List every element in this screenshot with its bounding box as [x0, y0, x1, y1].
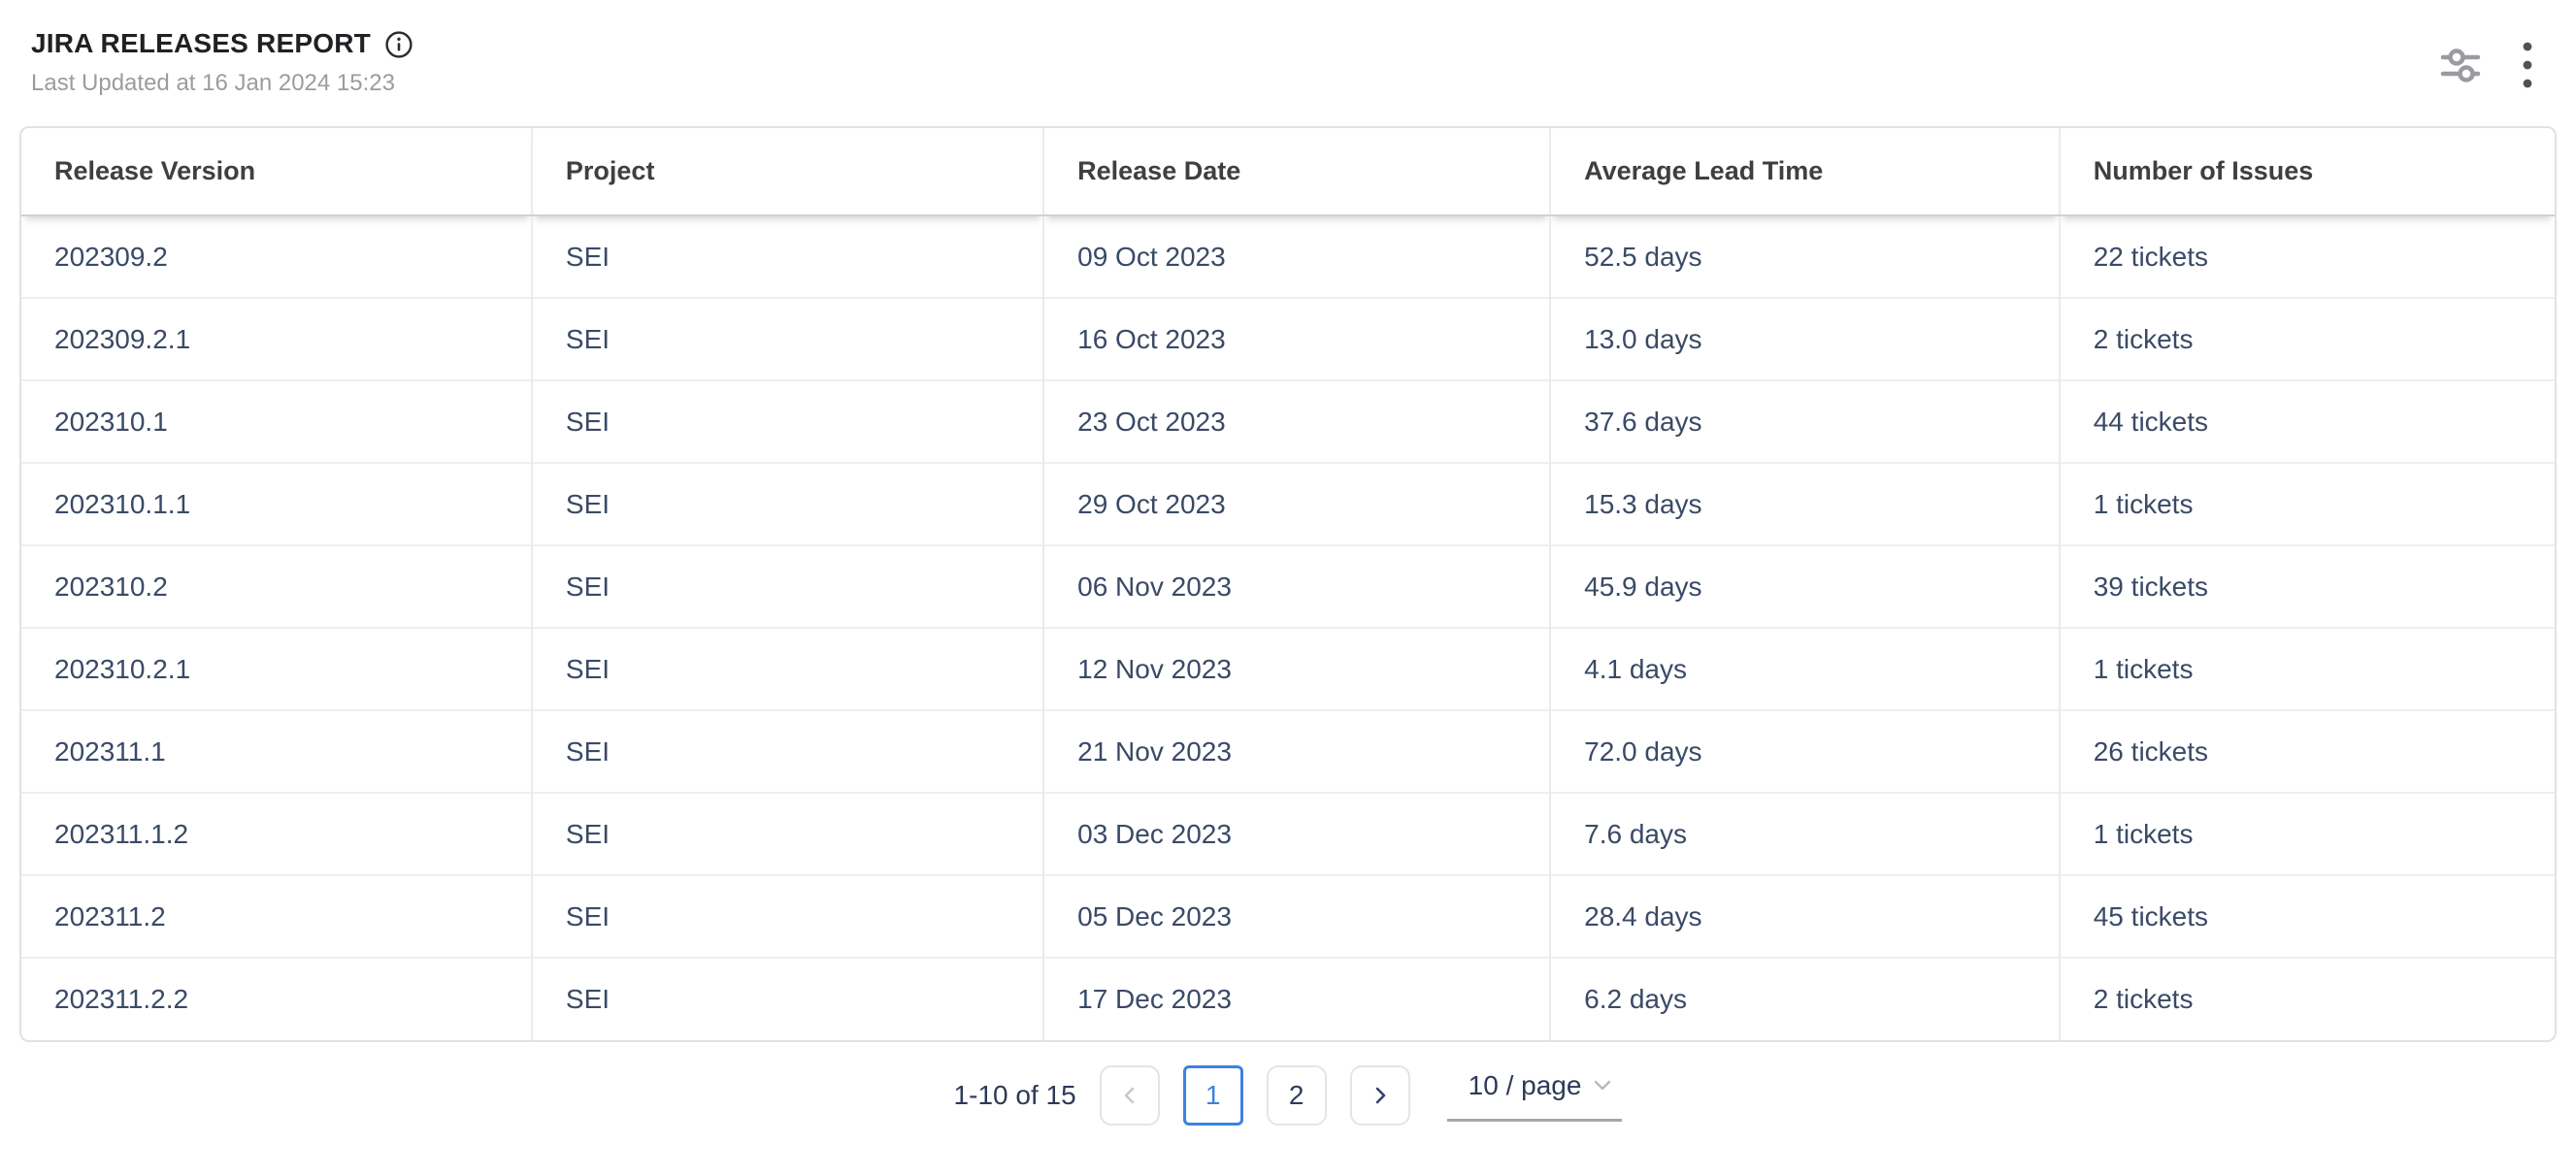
- table-cell: 202310.1: [21, 380, 532, 463]
- table-cell: SEI: [532, 463, 1043, 545]
- releases-table: Release VersionProjectRelease DateAverag…: [21, 128, 2555, 1040]
- table-cell: 17 Dec 2023: [1043, 958, 1550, 1040]
- table-cell: 23 Oct 2023: [1043, 380, 1550, 463]
- table-cell: 202311.1.2: [21, 793, 532, 875]
- pagination: 1-10 of 15 1 2 10 / page: [0, 1065, 2576, 1126]
- title-block: JIRA RELEASES REPORT Last Updated at 16 …: [31, 27, 413, 97]
- table-cell: SEI: [532, 545, 1043, 628]
- pagination-range-label: 1-10 of 15: [954, 1080, 1076, 1111]
- chevron-left-icon: [1119, 1085, 1140, 1106]
- table-row: 202311.1SEI21 Nov 202372.0 days26 ticket…: [21, 710, 2555, 793]
- table-cell: 2 tickets: [2060, 298, 2555, 380]
- table-cell: SEI: [532, 958, 1043, 1040]
- kebab-menu-icon[interactable]: [2522, 41, 2533, 89]
- table-cell: 28.4 days: [1550, 875, 2060, 958]
- table-cell: 1 tickets: [2060, 628, 2555, 710]
- table-cell: SEI: [532, 628, 1043, 710]
- table-row: 202309.2.1SEI16 Oct 202313.0 days2 ticke…: [21, 298, 2555, 380]
- table-cell: 09 Oct 2023: [1043, 215, 1550, 298]
- table-cell: 52.5 days: [1550, 215, 2060, 298]
- table-cell: 03 Dec 2023: [1043, 793, 1550, 875]
- table-row: 202310.1.1SEI29 Oct 202315.3 days1 ticke…: [21, 463, 2555, 545]
- info-icon[interactable]: [384, 30, 413, 59]
- table-cell: 202310.2: [21, 545, 532, 628]
- table-cell: 15.3 days: [1550, 463, 2060, 545]
- table-cell: 44 tickets: [2060, 380, 2555, 463]
- table-cell: SEI: [532, 298, 1043, 380]
- header-actions: [2440, 27, 2533, 89]
- column-header: Project: [532, 128, 1043, 215]
- table-cell: 202311.1: [21, 710, 532, 793]
- table-cell: 7.6 days: [1550, 793, 2060, 875]
- releases-table-container: Release VersionProjectRelease DateAverag…: [19, 126, 2557, 1042]
- table-row: 202310.1SEI23 Oct 202337.6 days44 ticket…: [21, 380, 2555, 463]
- column-header: Release Date: [1043, 128, 1550, 215]
- table-row: 202310.2SEI06 Nov 202345.9 days39 ticket…: [21, 545, 2555, 628]
- table-cell: 1 tickets: [2060, 793, 2555, 875]
- page-title: JIRA RELEASES REPORT: [31, 27, 371, 60]
- table-row: 202311.2.2SEI17 Dec 20236.2 days2 ticket…: [21, 958, 2555, 1040]
- table-cell: 202311.2.2: [21, 958, 532, 1040]
- table-cell: 16 Oct 2023: [1043, 298, 1550, 380]
- jira-releases-report-widget: JIRA RELEASES REPORT Last Updated at 16 …: [0, 0, 2576, 1126]
- table-cell: 13.0 days: [1550, 298, 2060, 380]
- table-cell: 21 Nov 2023: [1043, 710, 1550, 793]
- table-body: 202309.2SEI09 Oct 202352.5 days22 ticket…: [21, 215, 2555, 1040]
- next-page-button[interactable]: [1350, 1065, 1410, 1126]
- table-cell: 12 Nov 2023: [1043, 628, 1550, 710]
- page-size-label: 10 / page: [1469, 1070, 1582, 1101]
- column-header: Average Lead Time: [1550, 128, 2060, 215]
- prev-page-button[interactable]: [1100, 1065, 1160, 1126]
- table-header-row: Release VersionProjectRelease DateAverag…: [21, 128, 2555, 215]
- table-cell: SEI: [532, 875, 1043, 958]
- chevron-down-icon: [1593, 1079, 1612, 1093]
- table-cell: 202310.1.1: [21, 463, 532, 545]
- table-cell: SEI: [532, 380, 1043, 463]
- last-updated-label: Last Updated at 16 Jan 2024 15:23: [31, 70, 413, 97]
- table-cell: 26 tickets: [2060, 710, 2555, 793]
- table-cell: SEI: [532, 793, 1043, 875]
- table-cell: 202309.2.1: [21, 298, 532, 380]
- table-row: 202311.2SEI05 Dec 202328.4 days45 ticket…: [21, 875, 2555, 958]
- column-header: Release Version: [21, 128, 532, 215]
- table-cell: SEI: [532, 215, 1043, 298]
- table-cell: 202309.2: [21, 215, 532, 298]
- table-row: 202311.1.2SEI03 Dec 20237.6 days1 ticket…: [21, 793, 2555, 875]
- page-2-button[interactable]: 2: [1267, 1065, 1327, 1126]
- table-cell: 05 Dec 2023: [1043, 875, 1550, 958]
- table-cell: SEI: [532, 710, 1043, 793]
- table-cell: 45.9 days: [1550, 545, 2060, 628]
- table-cell: 1 tickets: [2060, 463, 2555, 545]
- table-row: 202309.2SEI09 Oct 202352.5 days22 ticket…: [21, 215, 2555, 298]
- table-cell: 37.6 days: [1550, 380, 2060, 463]
- widget-header: JIRA RELEASES REPORT Last Updated at 16 …: [0, 0, 2576, 97]
- filter-sliders-icon[interactable]: [2440, 47, 2481, 83]
- page-size-select[interactable]: 10 / page: [1447, 1070, 1623, 1122]
- table-cell: 06 Nov 2023: [1043, 545, 1550, 628]
- chevron-right-icon: [1370, 1085, 1391, 1106]
- table-cell: 6.2 days: [1550, 958, 2060, 1040]
- table-cell: 4.1 days: [1550, 628, 2060, 710]
- table-cell: 29 Oct 2023: [1043, 463, 1550, 545]
- table-cell: 39 tickets: [2060, 545, 2555, 628]
- table-cell: 2 tickets: [2060, 958, 2555, 1040]
- table-cell: 72.0 days: [1550, 710, 2060, 793]
- column-header: Number of Issues: [2060, 128, 2555, 215]
- page-1-button[interactable]: 1: [1183, 1065, 1243, 1126]
- table-cell: 45 tickets: [2060, 875, 2555, 958]
- table-cell: 202310.2.1: [21, 628, 532, 710]
- table-row: 202310.2.1SEI12 Nov 20234.1 days1 ticket…: [21, 628, 2555, 710]
- table-cell: 22 tickets: [2060, 215, 2555, 298]
- table-cell: 202311.2: [21, 875, 532, 958]
